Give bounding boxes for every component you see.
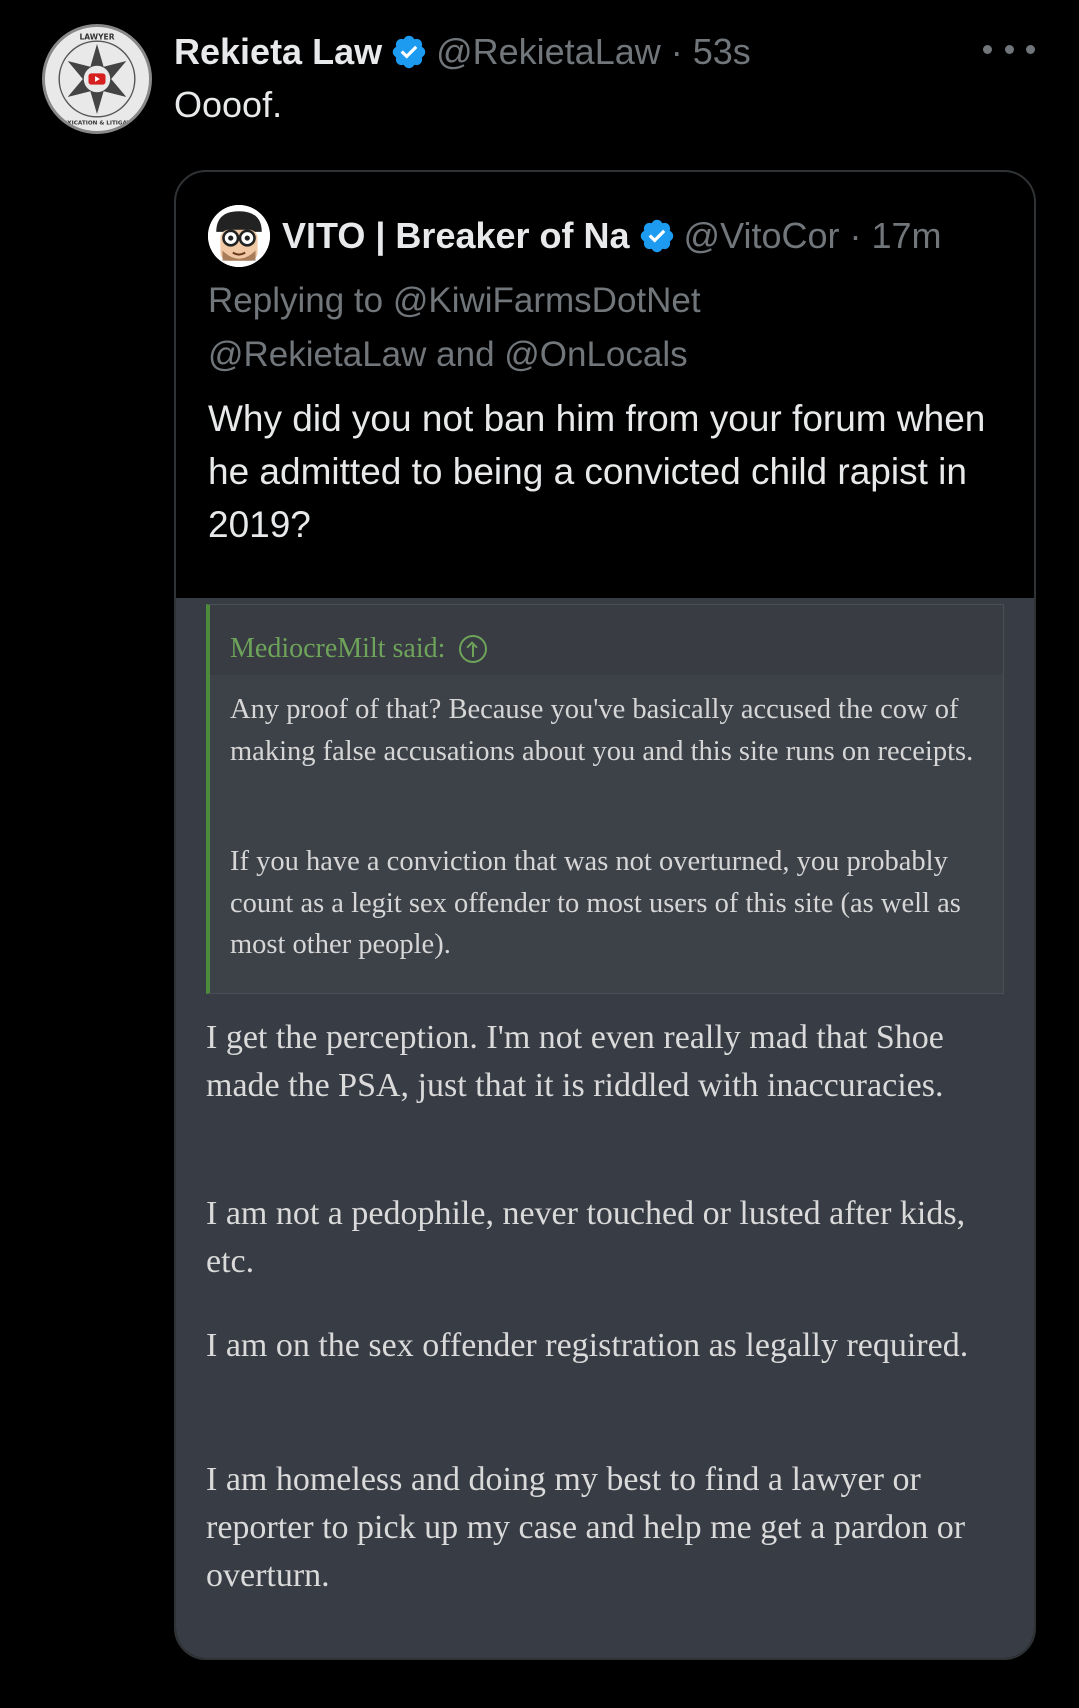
blockquote-paragraph-2: If you have a conviction that was not ov…: [230, 846, 961, 960]
rekieta-law-logo: LAWYER INTOXICATION & LITIGATION: [45, 27, 149, 131]
tweet[interactable]: LAWYER INTOXICATION & LITIGATION Rekieta…: [0, 0, 1079, 1708]
quote-author-name[interactable]: VITO | Breaker of Na: [282, 215, 630, 257]
replying-to: Replying to @KiwiFarmsDotNet @RekietaLaw…: [208, 274, 701, 382]
author-avatar[interactable]: LAWYER INTOXICATION & LITIGATION: [42, 24, 152, 134]
logo-text-top: LAWYER: [79, 32, 114, 41]
tweet-text: Oooof.: [174, 84, 283, 125]
quote-author-avatar[interactable]: [208, 205, 270, 267]
logo-text-bottom: INTOXICATION & LITIGATION: [52, 120, 142, 126]
quote-timestamp[interactable]: 17m: [871, 215, 941, 257]
tweet-timestamp[interactable]: 53s: [693, 31, 751, 73]
author-handle[interactable]: @RekietaLaw: [436, 31, 661, 73]
quote-author-handle[interactable]: @VitoCor: [684, 215, 840, 257]
forum-paragraph-2: I am not a pedophile, never touched or l…: [206, 1195, 966, 1280]
tweet-header: Rekieta Law @RekietaLaw · 53s: [174, 28, 751, 76]
replying-to-line-2[interactable]: @RekietaLaw and @OnLocals: [208, 328, 701, 382]
verified-badge-icon: [390, 33, 428, 71]
blockquote-author: MediocreMilt said:: [230, 633, 446, 664]
quoted-tweet[interactable]: VITO | Breaker of Na @VitoCor · 17m Repl…: [174, 170, 1036, 1660]
forum-paragraph-1: I get the perception. I'm not even reall…: [206, 1019, 944, 1104]
more-horizontal-icon[interactable]: [983, 34, 1035, 64]
forum-paragraph-4: I am homeless and doing my best to find …: [206, 1461, 966, 1594]
verified-badge-icon: [638, 217, 676, 255]
forum-paragraph-3: I am on the sex offender registration as…: [206, 1327, 969, 1364]
attached-forum-screenshot[interactable]: MediocreMilt said: Any proof of that? Be…: [176, 598, 1034, 1658]
separator-dot: ·: [849, 215, 862, 256]
arrow-up-circle-icon: [459, 635, 488, 663]
blockquote-paragraph-1: Any proof of that? Because you've basica…: [230, 694, 974, 767]
replying-to-line-1[interactable]: Replying to @KiwiFarmsDotNet: [208, 274, 701, 328]
quote-header: VITO | Breaker of Na @VitoCor · 17m: [208, 205, 1008, 267]
forum-blockquote: MediocreMilt said: Any proof of that? Be…: [206, 604, 1004, 994]
author-name[interactable]: Rekieta Law: [174, 31, 382, 73]
separator-dot: ·: [670, 31, 683, 72]
blockquote-header: MediocreMilt said:: [210, 605, 1003, 675]
quote-text: Why did you not ban him from your forum …: [208, 398, 986, 545]
